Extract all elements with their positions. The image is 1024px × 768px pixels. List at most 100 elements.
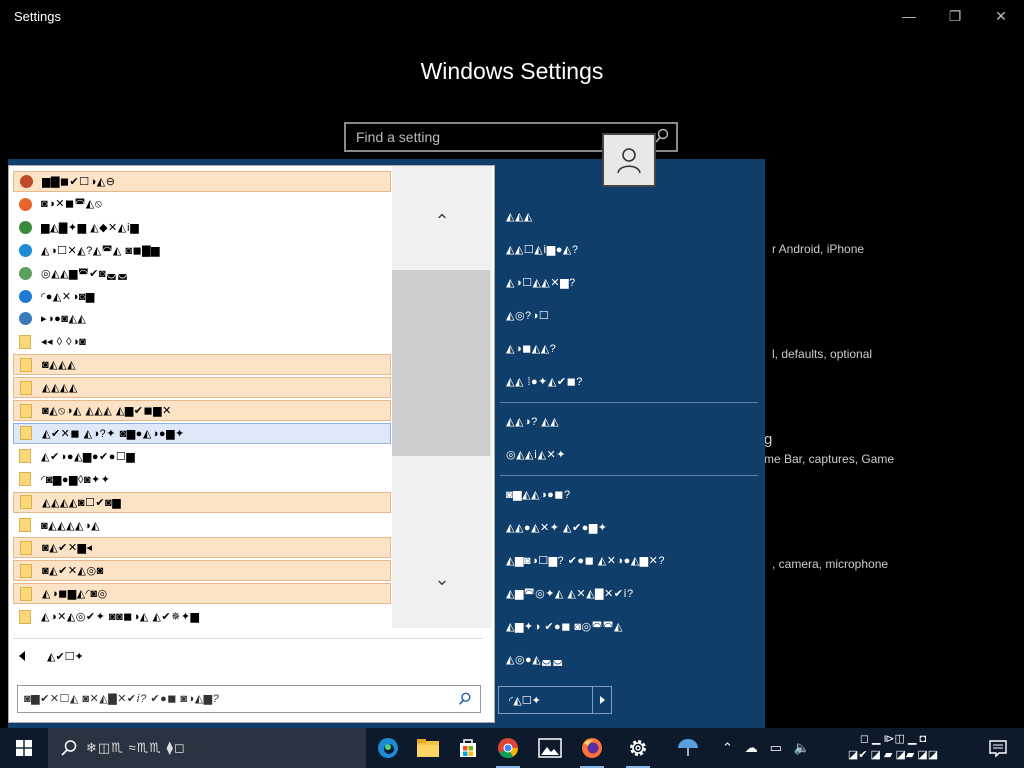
app-icon-shape bbox=[19, 175, 33, 188]
jump-list-item[interactable]: ◙◭⦸◑◭ ◭◭◭ ◭▆✔◼▆✕ bbox=[13, 400, 391, 421]
volume-icon[interactable]: 🔈 bbox=[794, 740, 810, 756]
right-pane-item[interactable]: ◭▆◚◎✦◭ ◭✕◭▇✕✔ⅰ? bbox=[506, 587, 634, 600]
taskbar-chrome[interactable] bbox=[488, 728, 528, 768]
weather-umbrella-icon bbox=[678, 739, 698, 756]
jump-list-item-label: ▆◭▇✦▆ ◭◆✕◭ⅰ▆ bbox=[41, 221, 140, 234]
window-title: Settings bbox=[14, 9, 61, 24]
jump-list-item[interactable]: ▸◑●◙◭◭ bbox=[13, 308, 391, 329]
right-pane-item[interactable]: ◭▆✦◑ ✔●◼ ◙◎◚◚◭ bbox=[506, 620, 623, 633]
taskbar-search-box[interactable]: ❄◫♏ ≈♏♏ ⧫◻ bbox=[48, 728, 366, 768]
folder-icon bbox=[17, 334, 33, 350]
shutdown-options-arrow[interactable] bbox=[592, 687, 611, 713]
firefox-icon bbox=[17, 196, 33, 212]
right-pane-separator bbox=[500, 475, 758, 476]
scrollbar-thumb[interactable] bbox=[392, 270, 490, 456]
jump-list-item[interactable]: ▆▇◼✔☐◑◭⊖ bbox=[13, 171, 391, 192]
taskbar-edge[interactable] bbox=[368, 728, 408, 768]
back-button[interactable]: ◭✔☐✦ bbox=[13, 644, 483, 668]
jump-list-item-label: ◭◭◭◭◙☐✔◙▆ bbox=[42, 496, 122, 509]
chevron-up-icon[interactable]: ⌃ bbox=[722, 740, 733, 756]
right-pane-item[interactable]: ◭◑◼◭◭? bbox=[506, 342, 556, 355]
search-icon bbox=[459, 692, 471, 705]
jump-list-item[interactable]: ◭✔◑●◭▆●✔●☐▆ bbox=[13, 446, 391, 467]
right-pane-item[interactable]: ◭▆◙◑☐▆? ✔●◼ ◭✕◑●◭▆✕? bbox=[506, 554, 665, 567]
jump-list-item[interactable]: ◭✔✕◼ ◭◑?✦ ◙▆●◭◑●▆✦ bbox=[13, 422, 391, 444]
right-pane-item[interactable]: ◎◭◭ⅰ◭✕✦ bbox=[506, 448, 566, 461]
arrow-right-icon bbox=[599, 696, 605, 704]
folder-shape bbox=[19, 609, 31, 624]
taskbar-settings[interactable] bbox=[618, 728, 658, 768]
jump-list-item[interactable]: ◭◭◭◭◙☐✔◙▆ bbox=[13, 491, 391, 513]
right-pane-item[interactable]: ◭◎●◭◛◛ bbox=[506, 653, 564, 666]
jump-list-item[interactable]: ◎◭◭▆◚✔◙◛◛ bbox=[13, 263, 391, 284]
page-title: Windows Settings bbox=[420, 58, 604, 84]
clock-date: ◪✔ ◪ ▰ ◪▰ ◪◪ bbox=[847, 749, 939, 761]
search-icon bbox=[655, 128, 669, 143]
right-pane-item[interactable]: ◙▆◭◭◑●◼? bbox=[506, 488, 571, 501]
jump-list-item-label: ◜◙▆●▆◊◙✦✦ bbox=[41, 473, 111, 486]
jump-list-item-label: ◙◭✔✕▆◂ bbox=[42, 542, 93, 555]
user-account-button[interactable] bbox=[602, 133, 656, 187]
folder-shape bbox=[20, 495, 32, 510]
folder-shape bbox=[20, 563, 32, 578]
taskbar-store[interactable] bbox=[448, 728, 488, 768]
jump-list-item-label: ▸◑●◙◭◭ bbox=[41, 313, 87, 326]
close-button[interactable]: ✕ bbox=[978, 0, 1024, 32]
right-pane-item[interactable]: ◭◎?◑☐ bbox=[506, 309, 549, 322]
jump-list-item[interactable]: ◙◭◭◭ bbox=[13, 354, 391, 376]
category-title-gaming: g bbox=[764, 431, 773, 448]
chrome-icon bbox=[17, 219, 33, 235]
taskbar-file-explorer[interactable] bbox=[408, 728, 448, 768]
jump-list-item[interactable]: ◙◑✕◼◚◭⦸ bbox=[13, 194, 391, 215]
jump-list-item[interactable]: ◜◙▆●▆◊◙✦✦ bbox=[13, 469, 391, 490]
jump-list-item[interactable]: ◭◑◼▆◭◜◙◎ bbox=[13, 583, 391, 605]
jump-list-item[interactable]: ◜●◭✕◑◙▆ bbox=[13, 286, 391, 307]
edge-icon bbox=[17, 242, 33, 258]
right-pane-item[interactable]: ◭◭◑? ◭◭ bbox=[506, 415, 559, 428]
jump-list-item[interactable]: ▆◭▇✦▆ ◭◆✕◭ⅰ▆ bbox=[13, 217, 391, 238]
folder-shape bbox=[19, 334, 31, 349]
right-pane-item[interactable]: ◭◭☐◭ⅰ▆●◭? bbox=[506, 243, 578, 256]
scroll-down-button[interactable]: ⌄ bbox=[392, 564, 492, 594]
folder-icon bbox=[18, 540, 34, 556]
notepad-icon bbox=[17, 265, 33, 281]
jump-list-item[interactable]: ◭◑☐✕◭?◭◚◭ ◙◼▇▆ bbox=[13, 240, 391, 261]
jump-list-item[interactable]: ◙◭◭◭◭◑◭ bbox=[13, 515, 391, 536]
minimize-button[interactable]: — bbox=[886, 0, 932, 32]
category-desc-apps: l, defaults, optional bbox=[772, 347, 873, 361]
jump-list-item-label: ▆▇◼✔☐◑◭⊖ bbox=[42, 176, 116, 188]
jump-list-item[interactable]: ◭◭◭◭ bbox=[13, 377, 391, 399]
start-button[interactable] bbox=[0, 728, 48, 768]
jump-list-item-label: ◎◭◭▆◚✔◙◛◛ bbox=[41, 267, 129, 280]
network-off-icon[interactable]: ☁ bbox=[745, 740, 758, 756]
category-desc-privacy: , camera, microphone bbox=[772, 557, 889, 571]
maximize-button[interactable]: ❐ bbox=[932, 0, 978, 32]
clock-time: ◻ ▁ ⧐◫ ▁ ◘ bbox=[859, 733, 927, 745]
jump-list-item[interactable]: ◙◭✔✕▆◂ bbox=[13, 537, 391, 559]
folder-shape bbox=[19, 449, 31, 464]
folder-icon bbox=[18, 586, 34, 602]
start-search-input[interactable]: ◙▆✔✕☐◭ ◙✕◭▇✕✔ⅰ? ✔●◼ ◙◑◭▆? bbox=[17, 685, 481, 713]
divider bbox=[13, 638, 483, 639]
jump-list-item[interactable]: ◭◑✕◭◎✔✦ ◙◙◼◑◭ ◭✔✵✦▆ bbox=[13, 606, 391, 627]
monitor-icon[interactable]: ▭ bbox=[770, 740, 782, 756]
right-pane-item[interactable]: ◭◭●◭✕✦ ◭✔●▆✦ bbox=[506, 521, 608, 534]
jump-list-item[interactable]: ◂◂ ◊ ◊◑◙ bbox=[13, 331, 391, 352]
right-pane-item[interactable]: ◭◭◭ bbox=[506, 210, 533, 223]
taskbar-weather[interactable] bbox=[668, 728, 708, 768]
jump-list-item-label: ◂◂ ◊ ◊◑◙ bbox=[41, 336, 87, 349]
right-pane-item[interactable]: ◭◑☐◭◭✕▆? bbox=[506, 276, 576, 289]
notification-center-button[interactable] bbox=[978, 728, 1018, 768]
clock[interactable]: ◻ ▁ ⧐◫ ▁ ◘ ◪✔ ◪ ▰ ◪▰ ◪◪ bbox=[818, 731, 968, 765]
taskbar-firefox[interactable] bbox=[572, 728, 612, 768]
folder-shape bbox=[20, 403, 32, 418]
taskbar-photos[interactable] bbox=[530, 728, 570, 768]
jump-list-item[interactable]: ◙◭✔✕◭◎◙ bbox=[13, 560, 391, 582]
right-pane-item[interactable]: ◭◭ ⁞●✦◭✔◼? bbox=[506, 375, 583, 388]
jump-list-item-label: ◜●◭✕◑◙▆ bbox=[41, 290, 95, 303]
edge-icon bbox=[378, 738, 398, 758]
jump-list-item-label: ◙◭◭◭◭◑◭ bbox=[41, 519, 101, 532]
jump-list-item-label: ◭◭◭◭ bbox=[42, 382, 78, 395]
shutdown-button[interactable]: ◜◭☐✦ bbox=[498, 686, 612, 714]
scroll-up-button[interactable]: ⌃ bbox=[392, 206, 492, 236]
